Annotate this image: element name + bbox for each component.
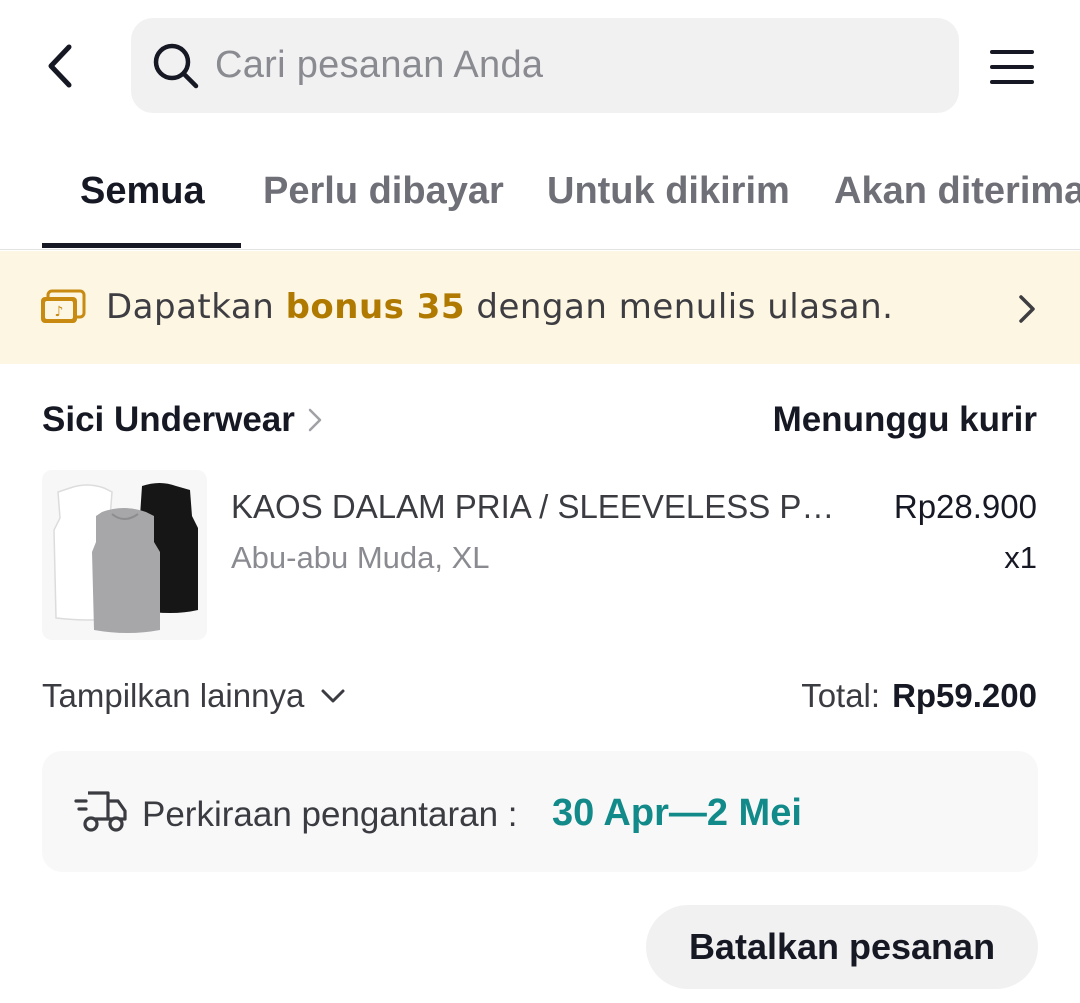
review-bonus-banner[interactable]: ♪ Dapatkan bonus 35 dengan menulis ulasa…	[0, 251, 1080, 364]
product-quantity: x1	[1004, 540, 1037, 575]
chevron-down-icon	[320, 688, 346, 704]
shop-name-link[interactable]: Sici Underwear	[42, 400, 323, 440]
delivery-date: 30 Apr—2 Mei	[552, 792, 802, 834]
search-bar[interactable]: Cari pesanan Anda	[131, 18, 959, 113]
active-tab-indicator	[42, 243, 241, 248]
tab-semua[interactable]: Semua	[80, 170, 205, 213]
back-button[interactable]	[30, 36, 90, 96]
chevron-left-icon	[48, 44, 72, 88]
header: Cari pesanan Anda	[0, 0, 1080, 130]
delivery-label: Perkiraan pengantaran :	[142, 795, 518, 834]
tab-perlu-dibayar[interactable]: Perlu dibayar	[263, 170, 504, 213]
product-price: Rp28.900	[893, 488, 1037, 525]
total-value: Rp59.200	[892, 677, 1037, 714]
search-icon	[151, 41, 201, 91]
product-image[interactable]	[42, 470, 207, 640]
order-status: Menunggu kurir	[772, 400, 1037, 439]
coins-icon: ♪	[41, 289, 86, 323]
order-total: Total: Rp59.200	[801, 677, 1037, 715]
tab-untuk-dikirim[interactable]: Untuk dikirim	[547, 170, 790, 213]
product-variant: Abu-abu Muda, XL	[231, 540, 490, 575]
search-input[interactable]: Cari pesanan Anda	[215, 44, 543, 87]
tab-akan-diterima[interactable]: Akan diterima	[834, 170, 1080, 213]
cancel-order-button[interactable]: Batalkan pesanan	[646, 905, 1038, 989]
show-more-button[interactable]: Tampilkan lainnya	[42, 677, 346, 715]
order-tabs: Semua Perlu dibayar Untuk dikirim Akan d…	[0, 140, 1080, 250]
delivery-truck-icon	[74, 791, 127, 832]
hamburger-menu-icon	[990, 50, 1034, 84]
menu-button[interactable]	[982, 40, 1042, 94]
bonus-highlight: bonus 35	[285, 287, 466, 327]
chevron-right-icon	[307, 406, 323, 434]
banner-text: Dapatkan bonus 35 dengan menulis ulasan.	[106, 287, 894, 327]
delivery-estimate: Perkiraan pengantaran : 30 Apr—2 Mei	[42, 751, 1038, 872]
shop-name: Sici Underwear	[42, 400, 295, 439]
show-more-label: Tampilkan lainnya	[42, 677, 305, 714]
chevron-right-icon	[1019, 295, 1035, 323]
product-title[interactable]: KAOS DALAM PRIA / SLEEVELESS PRIA	[231, 488, 851, 526]
svg-text:♪: ♪	[55, 304, 64, 320]
total-label: Total:	[801, 677, 881, 714]
